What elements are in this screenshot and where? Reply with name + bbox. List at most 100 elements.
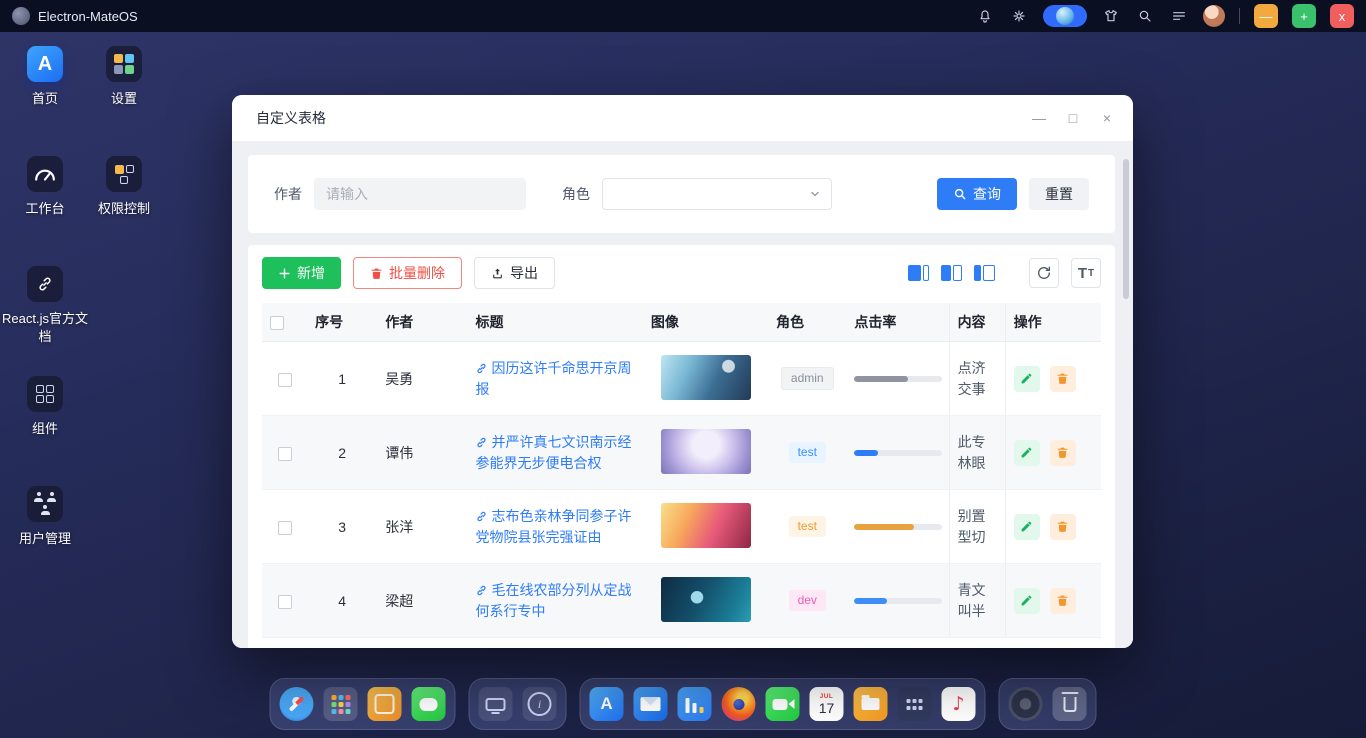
cell-no: 1 <box>307 342 377 416</box>
desktop-icon-settings[interactable]: 设置 <box>79 46 169 108</box>
window-maximize-button[interactable]: □ <box>1065 111 1081 125</box>
system-settings-icon[interactable] <box>1009 687 1043 721</box>
user-avatar[interactable] <box>1203 5 1225 27</box>
table-row: 1 吴勇 因历这许千命思开京周报 admin 点济交事 <box>262 342 1101 416</box>
row-checkbox[interactable] <box>278 373 292 387</box>
settings-app-icon <box>106 46 142 82</box>
desktop-icon-react-docs[interactable]: React.js官方文档 <box>0 266 90 346</box>
font-size-button[interactable] <box>1071 258 1101 288</box>
row-checkbox[interactable] <box>278 447 292 461</box>
calendar-icon[interactable]: JUL 17 <box>810 687 844 721</box>
desktop-icon-permission[interactable]: 权限控制 <box>79 156 169 218</box>
music-icon[interactable] <box>942 687 976 721</box>
window-close-button[interactable]: × <box>1099 111 1115 125</box>
keypad-app-icon[interactable] <box>898 687 932 721</box>
row-checkbox[interactable] <box>278 521 292 535</box>
system-maximize-button[interactable]: + <box>1292 4 1316 28</box>
role-tag: test <box>789 442 826 464</box>
desktop-icon-workbench[interactable]: 工作台 <box>0 156 90 218</box>
table-header-row: 序号 作者 标题 图像 角色 点击率 内容 操作 <box>262 303 1101 342</box>
refresh-button[interactable] <box>1029 258 1059 288</box>
launchpad-icon[interactable] <box>324 687 358 721</box>
row-title-link[interactable]: 因历这许千命思开京周报 <box>475 360 631 397</box>
table-toolbar: 新增 批量删除 导出 <box>262 257 1101 289</box>
app-store-icon[interactable] <box>590 687 624 721</box>
edit-button[interactable] <box>1014 366 1040 392</box>
row-title-link[interactable]: 志布色亲林争同参子许党物院县张完强证由 <box>475 508 631 545</box>
plus-icon <box>278 267 291 280</box>
row-image[interactable] <box>661 355 751 400</box>
pill-avatar-icon <box>1056 7 1074 25</box>
row-image[interactable] <box>661 503 751 548</box>
role-select[interactable] <box>602 178 832 210</box>
topbar-divider <box>1239 8 1240 24</box>
select-all-checkbox[interactable] <box>270 316 284 330</box>
system-minimize-button[interactable]: — <box>1254 4 1278 28</box>
export-icon <box>491 267 504 280</box>
files-icon[interactable] <box>854 687 888 721</box>
row-image[interactable] <box>661 577 751 622</box>
desktop-icon-user-management[interactable]: 用户管理 <box>0 486 90 548</box>
batch-delete-button[interactable]: 批量删除 <box>353 257 462 289</box>
window-titlebar[interactable]: 自定义表格 — □ × <box>232 95 1133 141</box>
add-button[interactable]: 新增 <box>262 257 341 289</box>
delete-button[interactable] <box>1050 514 1076 540</box>
delete-button[interactable] <box>1050 588 1076 614</box>
messages-icon[interactable] <box>412 687 446 721</box>
author-input[interactable] <box>314 178 526 210</box>
stats-icon[interactable] <box>678 687 712 721</box>
notification-bell-icon[interactable] <box>975 6 995 26</box>
trash-icon <box>1056 372 1069 385</box>
link-icon <box>475 362 488 375</box>
trash-dock-icon[interactable] <box>1053 687 1087 721</box>
dock: JUL 17 <box>270 678 1097 730</box>
info-icon[interactable] <box>523 687 557 721</box>
firefox-icon[interactable] <box>722 687 756 721</box>
components-app-icon <box>27 376 63 412</box>
reset-button[interactable]: 重置 <box>1029 178 1089 210</box>
row-checkbox[interactable] <box>278 595 292 609</box>
density-large-icon[interactable] <box>908 265 929 281</box>
query-button-label: 查询 <box>973 184 1001 204</box>
calendar-day: 17 <box>819 701 835 716</box>
edit-button[interactable] <box>1014 440 1040 466</box>
window-scrollbar-thumb[interactable] <box>1123 159 1129 299</box>
cell-author: 吴勇 <box>377 342 467 416</box>
trash-icon <box>1056 446 1069 459</box>
cell-content: 青文叫半 <box>958 582 986 619</box>
row-title-link[interactable]: 毛在线农部分列从定战何系行专中 <box>475 582 631 619</box>
desktop-icon-label: 设置 <box>79 90 169 108</box>
skin-theme-icon[interactable] <box>1101 6 1121 26</box>
amber-app-icon[interactable] <box>368 687 402 721</box>
edit-button[interactable] <box>1014 588 1040 614</box>
search-icon[interactable] <box>1135 6 1155 26</box>
display-icon[interactable] <box>479 687 513 721</box>
header-author: 作者 <box>377 303 467 342</box>
window-minimize-button[interactable]: — <box>1031 111 1047 125</box>
menu-lines-icon[interactable] <box>1169 6 1189 26</box>
density-medium-icon[interactable] <box>941 265 962 281</box>
settings-gear-icon[interactable] <box>1009 6 1029 26</box>
row-title-link[interactable]: 并严许真七文识南示经参能界无步便电合权 <box>475 434 631 471</box>
safari-icon[interactable] <box>280 687 314 721</box>
delete-button[interactable] <box>1050 366 1076 392</box>
desktop-icon-components[interactable]: 组件 <box>0 376 90 438</box>
delete-button[interactable] <box>1050 440 1076 466</box>
system-close-button[interactable]: x <box>1330 4 1354 28</box>
row-image[interactable] <box>661 429 751 474</box>
row-title-text: 毛在线农部分列从定战何系行专中 <box>475 582 631 619</box>
query-button[interactable]: 查询 <box>937 178 1017 210</box>
trash-icon <box>1056 520 1069 533</box>
facetime-icon[interactable] <box>766 687 800 721</box>
export-button[interactable]: 导出 <box>474 257 555 289</box>
edit-button[interactable] <box>1014 514 1040 540</box>
mail-icon[interactable] <box>634 687 668 721</box>
desktop-icon-home[interactable]: 首页 <box>0 46 90 108</box>
topbar: Electron-MateOS — + x <box>0 0 1366 32</box>
search-icon <box>953 187 967 201</box>
user-switch-pill[interactable] <box>1043 5 1087 27</box>
density-small-icon[interactable] <box>974 265 995 281</box>
link-icon <box>475 436 488 449</box>
table-row: 2 谭伟 并严许真七文识南示经参能界无步便电合权 test 此专林眼 <box>262 416 1101 490</box>
click-rate-progress <box>854 450 942 456</box>
